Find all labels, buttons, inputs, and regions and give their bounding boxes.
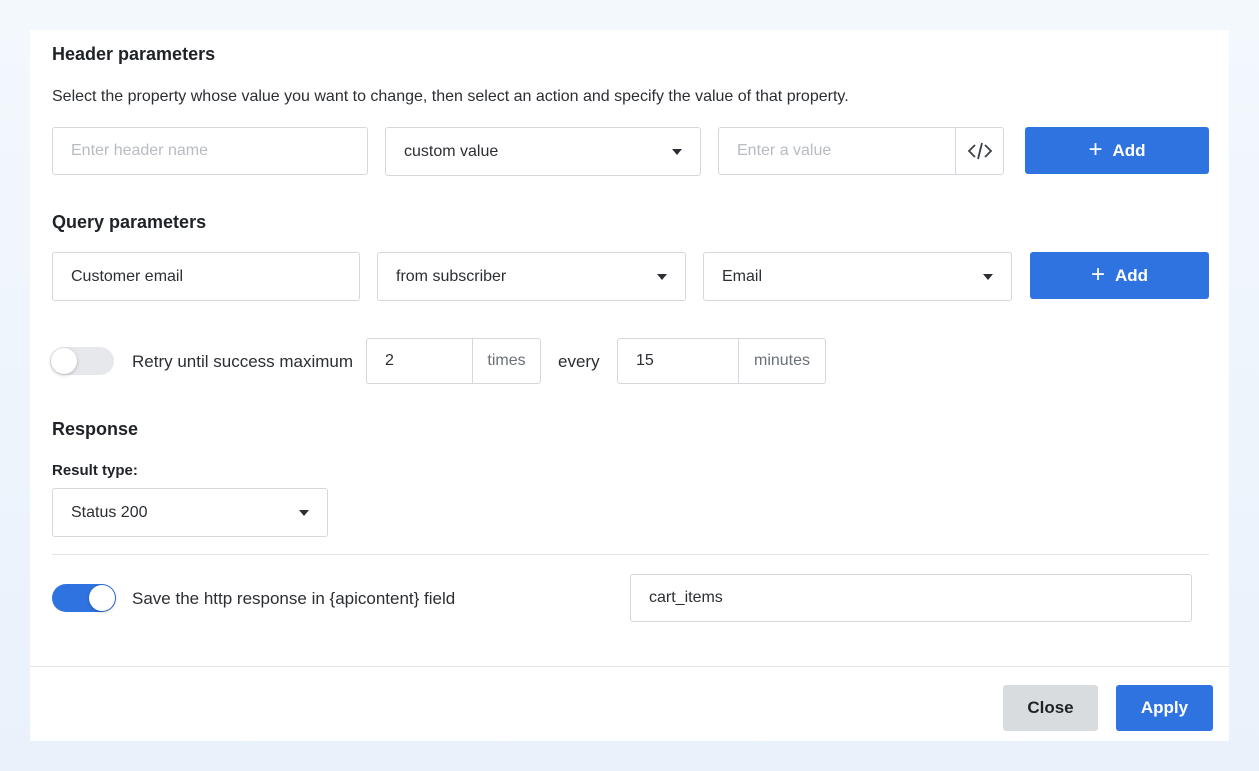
query-parameters-title: Query parameters — [52, 212, 207, 232]
code-icon-svg — [967, 142, 992, 160]
retry-label: Retry until success maximum — [132, 352, 354, 371]
retry-times-input[interactable]: 2 — [366, 338, 473, 384]
header-add-label: Add — [1112, 140, 1146, 160]
chevron-down-icon — [657, 273, 667, 280]
retry-interval-input[interactable]: 15 — [617, 338, 739, 384]
apply-button[interactable]: Apply — [1116, 685, 1213, 731]
header-action-select[interactable]: custom value — [385, 127, 701, 176]
result-type-label: Result type: — [52, 462, 138, 479]
header-add-button[interactable]: + Add — [1025, 127, 1209, 174]
header-parameters-title: Header parameters — [52, 44, 216, 64]
chevron-down-icon — [672, 148, 682, 155]
query-add-label: Add — [1114, 265, 1149, 285]
retry-every-label: every — [558, 352, 600, 371]
toggle-knob — [89, 585, 115, 611]
plus-icon: + — [1090, 260, 1105, 288]
save-response-label: Save the http response in {apicontent} f… — [132, 589, 456, 608]
header-parameters-description: Select the property whose value you want… — [52, 88, 849, 105]
apicontent-field-input[interactable]: cart_items — [630, 574, 1192, 622]
query-source-select[interactable]: from subscriber — [377, 252, 686, 301]
response-title: Response — [52, 419, 139, 439]
query-field-value: Email — [722, 267, 763, 285]
code-icon[interactable] — [955, 127, 1004, 175]
header-action-value: custom value — [404, 142, 499, 160]
query-field-select[interactable]: Email — [703, 252, 1012, 301]
chevron-down-icon — [983, 273, 993, 280]
plus-icon: + — [1088, 135, 1103, 163]
query-add-button[interactable]: + Add — [1030, 252, 1209, 299]
retry-toggle[interactable] — [50, 347, 114, 375]
close-button[interactable]: Close — [1003, 685, 1098, 731]
save-response-toggle[interactable] — [52, 584, 116, 612]
toggle-knob — [51, 348, 77, 374]
section-divider — [52, 554, 1209, 555]
dialog: Header parameters Select the property wh… — [30, 30, 1229, 741]
result-type-value: Status 200 — [71, 503, 148, 521]
footer-divider — [30, 666, 1229, 667]
retry-interval-unit: minutes — [738, 338, 826, 384]
result-type-select[interactable]: Status 200 — [52, 488, 328, 537]
query-name-input[interactable]: Customer email — [52, 252, 360, 301]
query-source-value: from subscriber — [396, 267, 507, 285]
retry-times-unit: times — [472, 338, 541, 384]
header-name-input[interactable]: Enter header name — [52, 127, 368, 175]
chevron-down-icon — [299, 509, 309, 516]
header-value-input[interactable]: Enter a value — [718, 127, 956, 175]
